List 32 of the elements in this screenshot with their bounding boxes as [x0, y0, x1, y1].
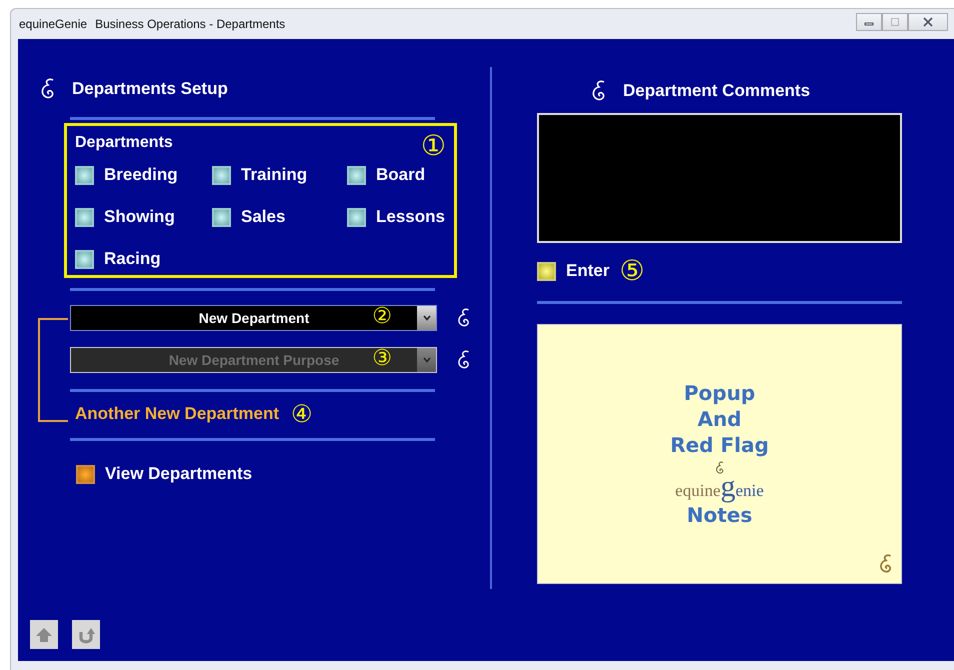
view-departments-button[interactable]: View Departments — [76, 461, 490, 487]
department-checkbox[interactable]: Lessons — [347, 202, 446, 232]
group-label: Departments — [75, 134, 173, 152]
department-checkbox[interactable]: Breeding — [75, 160, 212, 190]
department-checkbox[interactable]: Sales — [212, 202, 347, 232]
notes-heading: Popup — [684, 380, 756, 406]
another-department-link[interactable]: Another New Department — [75, 404, 280, 424]
department-checkbox[interactable]: Board — [347, 160, 446, 190]
dropdown-field[interactable]: New Department ② — [70, 305, 437, 331]
curl-icon — [714, 460, 726, 476]
department-checkbox[interactable]: Training — [212, 160, 347, 190]
step-marker: ① — [420, 132, 446, 160]
step-marker: ④ — [291, 402, 313, 426]
app-name: equineGenie — [19, 17, 88, 31]
close-button[interactable] — [908, 13, 948, 31]
step-marker: ⑤ — [619, 257, 645, 285]
section-title: Department Comments — [623, 81, 810, 101]
logo-text: equinegenie — [675, 476, 764, 502]
close-icon[interactable] — [922, 17, 934, 27]
notes-panel[interactable]: Popup And Red Flag equinegenie Notes — [537, 324, 902, 584]
notes-heading: Notes — [686, 502, 752, 528]
notes-heading: And — [697, 406, 742, 432]
step-marker: ③ — [372, 348, 392, 370]
section-title: Departments Setup — [72, 79, 228, 99]
enter-button[interactable]: Enter — [537, 258, 610, 284]
step-marker: ② — [372, 306, 392, 328]
department-checkbox[interactable]: Showing — [75, 202, 212, 232]
minimize-button[interactable] — [856, 13, 882, 31]
notes-heading: Red Flag — [670, 432, 769, 458]
department-checkbox[interactable]: Racing — [75, 244, 212, 274]
window-title: Business Operations - Departments — [95, 17, 286, 31]
comments-field[interactable] — [537, 113, 902, 243]
